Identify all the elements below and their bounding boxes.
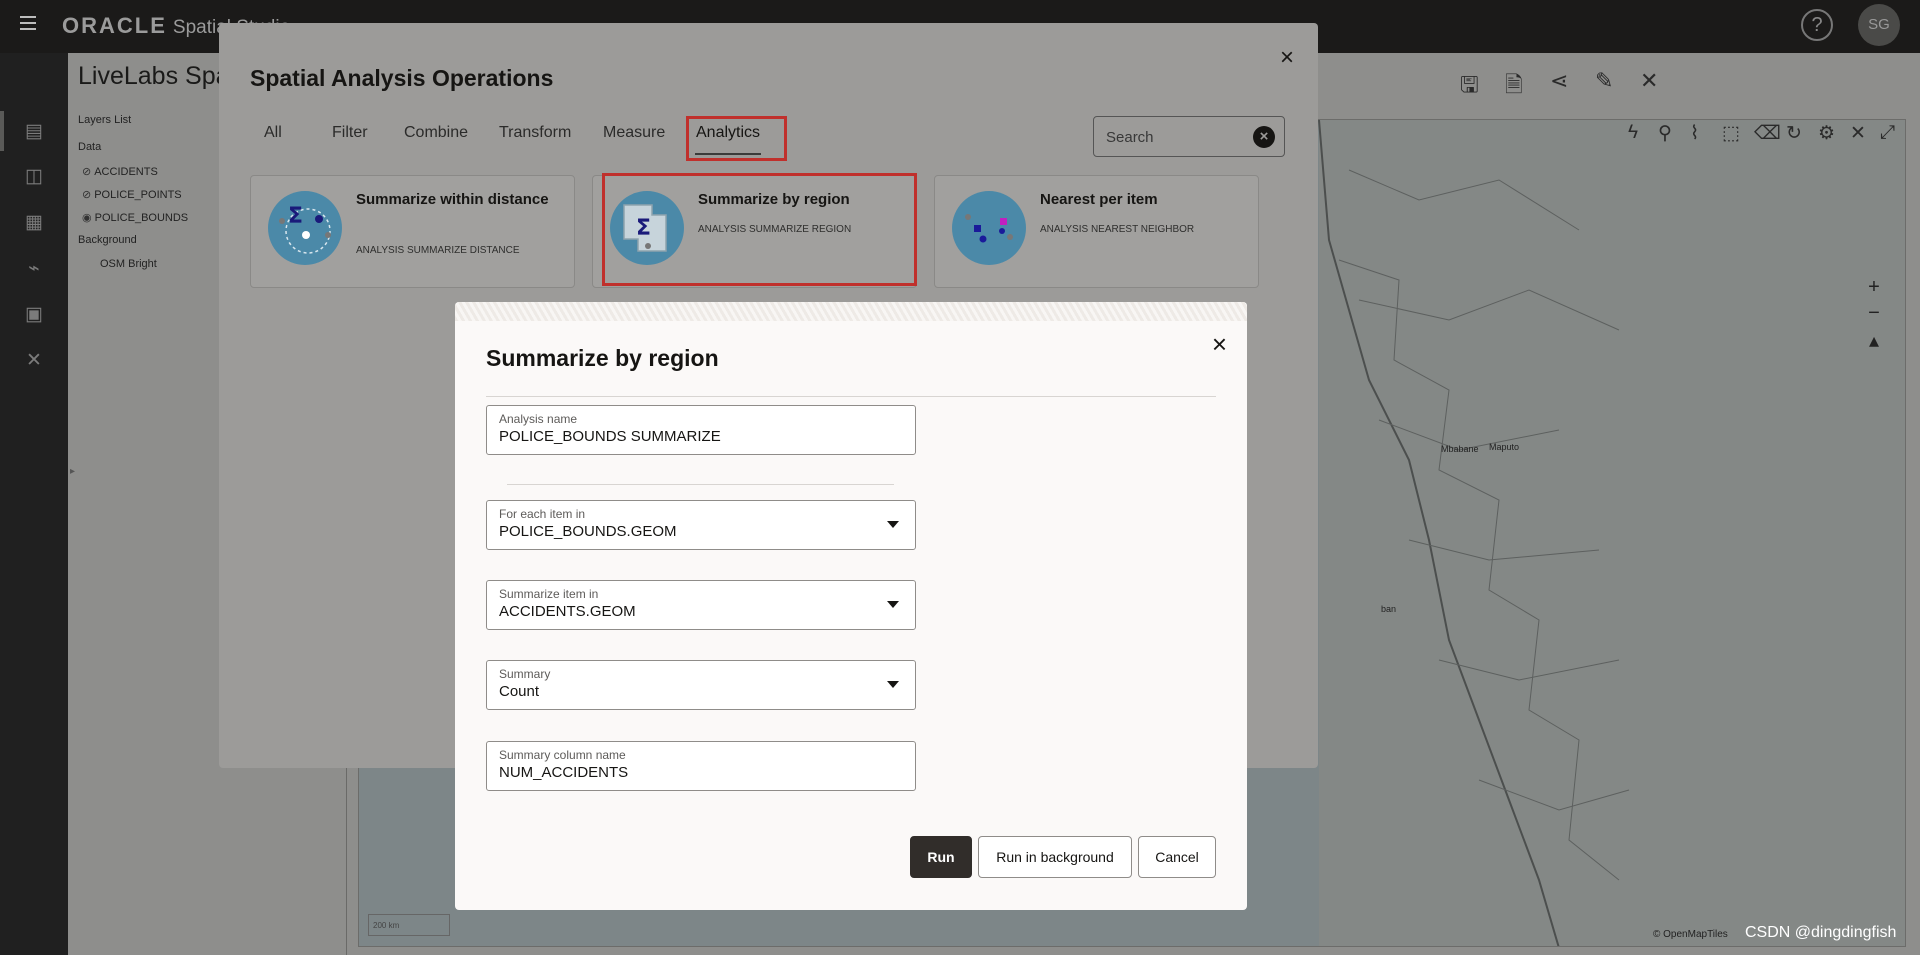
background-heading: Background [78,234,137,246]
zoom-in-button[interactable]: + [1859,276,1889,302]
tab-combine[interactable]: Combine [404,124,468,142]
field-label: Summarize item in [499,587,599,601]
zoom-out-button[interactable]: − [1859,302,1889,328]
layer-item[interactable]: ◉ POLICE_BOUNDS [82,211,188,224]
zoom-controls: + − ▴ [1859,276,1889,354]
panel-collapse-handle[interactable]: ▸ [70,466,76,480]
layers-list-heading: Layers List [78,114,132,126]
watermark-text: CSDN @dingdingfish [1745,924,1897,941]
dashboard-icon[interactable]: ◫ [22,165,46,189]
summary-column-name-field[interactable]: Summary column name NUM_ACCIDENTS [486,741,916,791]
measure-ruler-icon[interactable]: ⌇ [1690,122,1699,145]
cancel-button[interactable]: Cancel [1138,836,1216,878]
refresh-icon[interactable]: ↻ [1786,122,1802,145]
field-value: ACCIDENTS.GEOM [499,603,636,620]
left-nav-rail: ▤ ◫ ▦ ⌁ ▣ ✕ [0,53,68,955]
run-button[interactable]: Run [910,836,972,878]
save-icon[interactable]: 🖫 [1460,68,1479,106]
tab-measure[interactable]: Measure [603,124,665,142]
nearest-neighbor-icon [952,191,1026,265]
highlight-box [686,116,787,161]
divider [486,396,1216,397]
map-label: ban [1381,604,1397,614]
map-region-boundaries [1318,120,1630,946]
layer-item[interactable]: ⊘ POLICE_POINTS [82,188,182,201]
chevron-down-icon[interactable] [887,601,899,608]
connection-plug-icon[interactable]: ⌁ [22,257,46,281]
run-in-background-button[interactable]: Run in background [978,836,1132,878]
tab-all[interactable]: All [264,124,282,142]
clear-search-icon[interactable]: × [1253,126,1275,148]
reset-north-button[interactable]: ▴ [1859,328,1889,354]
operation-card-summarize-within-distance[interactable]: Σ Summarize within distance ANALYSIS SUM… [250,175,575,288]
tab-transform[interactable]: Transform [499,124,571,142]
svg-text:Σ: Σ [288,204,303,229]
field-value: POLICE_BOUNDS.GEOM [499,523,677,540]
expand-icon[interactable]: ⤢ [1880,122,1895,144]
eye-icon[interactable]: ◉ [82,212,92,224]
project-edit-icon[interactable]: ▤ [22,120,46,144]
search-icon[interactable]: ⚲ [1658,122,1672,145]
workspace-toolbar: 🖫 🗎 ⋖ ✎ ✕ [1460,56,1920,106]
map-label: Maputo [1489,442,1520,452]
summarize-distance-icon: Σ [268,191,342,265]
chevron-down-icon[interactable] [887,681,899,688]
divider [507,484,894,485]
question-circle-icon[interactable]: ? [1801,9,1833,41]
map-attribution[interactable]: © OpenMapTiles [1653,929,1728,940]
close-project-icon[interactable]: ✕ [1640,68,1658,94]
dialog-title: Summarize by region [486,345,719,371]
project-title: LiveLabs Spat [78,62,237,90]
select-area-icon[interactable]: ⬚ [1722,122,1740,145]
edit-pencil-icon[interactable]: ✎ [1595,68,1613,94]
eye-hidden-icon[interactable]: ⊘ [82,189,91,201]
field-label: Analysis name [499,412,578,426]
data-heading: Data [78,141,102,153]
close-icon[interactable]: ✕ [1850,122,1866,145]
lightning-icon[interactable]: ϟ [1628,122,1638,144]
close-icon[interactable]: × [1280,46,1298,70]
card-subtitle: ANALYSIS SUMMARIZE DISTANCE [356,245,520,256]
map-label: Mbabane [1441,444,1479,454]
summarize-item-select[interactable]: Summarize item in ACCIDENTS.GEOM [486,580,916,630]
save-as-icon[interactable]: 🗎 [1505,68,1523,106]
analysis-name-field[interactable]: Analysis name POLICE_BOUNDS SUMMARIZE [486,405,916,455]
summarize-by-region-dialog: Summarize by region × Analysis name POLI… [455,302,1247,910]
field-label: For each item in [499,507,586,521]
jobs-icon[interactable]: ▣ [22,303,46,327]
settings-gear-icon[interactable]: ⚙ [1818,122,1835,145]
hamburger-menu-icon[interactable] [20,16,36,30]
dialog-header-pattern [455,302,1247,321]
tab-filter[interactable]: Filter [332,124,368,142]
share-icon[interactable]: ⋖ [1550,68,1568,94]
search-input[interactable] [1106,127,1246,147]
for-each-item-select[interactable]: For each item in POLICE_BOUNDS.GEOM [486,500,916,550]
card-title: Nearest per item [1040,191,1158,208]
tools-icon[interactable]: ✕ [22,349,46,373]
active-indicator [0,111,4,151]
search-field[interactable]: × [1093,116,1285,157]
eye-hidden-icon[interactable]: ⊘ [82,166,91,178]
summary-select[interactable]: Summary Count [486,660,916,710]
card-title: Summarize within distance [356,191,549,208]
dialog-title: Spatial Analysis Operations [250,65,554,91]
field-value[interactable]: NUM_ACCIDENTS [499,764,628,781]
operation-card-nearest-per-item[interactable]: Nearest per item ANALYSIS NEAREST NEIGHB… [934,175,1259,288]
map-scale: 200 km [368,914,450,936]
user-avatar[interactable]: SG [1858,4,1900,46]
dataset-table-icon[interactable]: ▦ [22,211,46,235]
field-value[interactable]: POLICE_BOUNDS SUMMARIZE [499,428,721,445]
field-label: Summary column name [499,748,626,762]
layer-item[interactable]: ⊘ ACCIDENTS [82,165,158,178]
close-icon[interactable]: × [1212,331,1227,357]
background-layer-item[interactable]: OSM Bright [100,258,157,270]
chevron-down-icon[interactable] [887,521,899,528]
highlight-box [602,173,917,286]
field-value: Count [499,683,540,700]
field-label: Summary [499,667,551,681]
eraser-icon[interactable]: ⌫ [1754,122,1781,145]
card-subtitle: ANALYSIS NEAREST NEIGHBOR [1040,224,1195,235]
